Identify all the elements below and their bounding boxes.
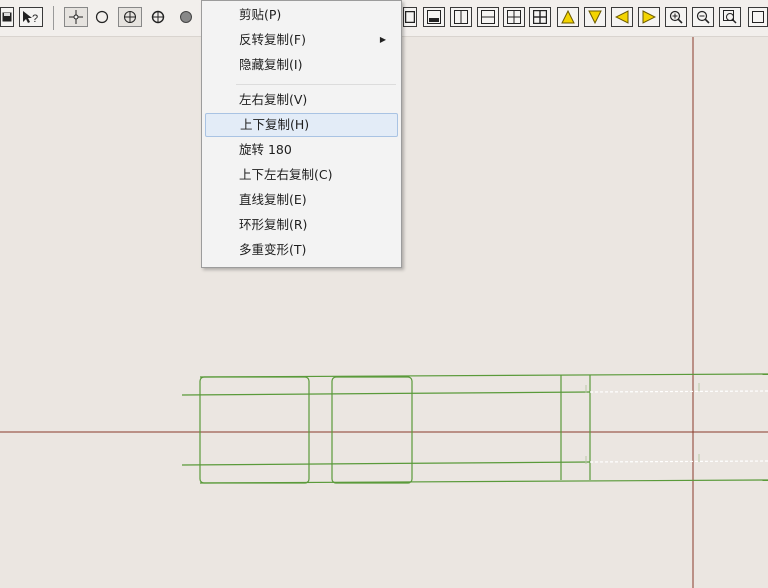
vsplit-icon[interactable]	[450, 7, 472, 27]
menu-item-ring-copy[interactable]: 环形复制(R)	[205, 213, 398, 237]
menu-item-up-down-copy[interactable]: 上下复制(H)	[205, 113, 398, 137]
zoom-window-icon[interactable]	[719, 7, 741, 27]
menu-item-label: 左右复制(V)	[239, 92, 308, 107]
menu-separator	[236, 84, 396, 85]
tick-marks	[585, 383, 700, 464]
grid-icon[interactable]	[529, 7, 551, 27]
frame-bottom-icon[interactable]	[423, 7, 445, 27]
menu-item-label: 直线复制(E)	[239, 192, 307, 207]
pattern-shape	[181, 373, 768, 484]
circle-icon[interactable]	[92, 7, 112, 27]
svg-text:?: ?	[32, 13, 38, 24]
menu-item-reverse-copy[interactable]: 反转复制(F) ▶	[205, 28, 398, 52]
menu-item-label: 多重变形(T)	[239, 242, 307, 257]
target-icon[interactable]	[147, 7, 169, 27]
menu-item-label: 隐藏复制(I)	[239, 57, 303, 72]
menu-item-four-way-copy[interactable]: 上下左右复制(C)	[205, 163, 398, 187]
dashed-extension-lines	[589, 390, 768, 463]
menu-item-line-copy[interactable]: 直线复制(E)	[205, 188, 398, 212]
context-menu: 剪贴(P) 反转复制(F) ▶ 隐藏复制(I) 左右复制(V) 上下复制(H) …	[201, 0, 402, 268]
menu-item-label: 旋转 180	[239, 142, 292, 157]
menu-item-label: 上下左右复制(C)	[239, 167, 333, 182]
menu-item-label: 环形复制(R)	[239, 217, 308, 232]
menu-item-rotate-180[interactable]: 旋转 180	[205, 138, 398, 162]
zoom-out-icon[interactable]	[692, 7, 714, 27]
triangle-down-icon[interactable]	[584, 7, 606, 27]
menu-item-label: 上下复制(H)	[240, 117, 310, 132]
filled-dot-icon[interactable]	[176, 7, 196, 27]
save-icon[interactable]	[0, 7, 14, 27]
menu-item-paste[interactable]: 剪贴(P)	[205, 3, 398, 27]
help-pointer-icon[interactable]: ?	[19, 7, 43, 27]
square-icon[interactable]	[748, 7, 768, 27]
zoom-in-icon[interactable]	[665, 7, 687, 27]
menu-item-left-right-copy[interactable]: 左右复制(V)	[205, 88, 398, 112]
submenu-arrow-icon: ▶	[379, 35, 386, 44]
triangle-right-icon[interactable]	[638, 7, 660, 27]
circle-cross-icon[interactable]	[118, 7, 142, 27]
quad-icon[interactable]	[503, 7, 525, 27]
toolbar-separator	[53, 6, 54, 30]
menu-item-multi-transform[interactable]: 多重变形(T)	[205, 238, 398, 262]
menu-item-hidden-copy[interactable]: 隐藏复制(I)	[205, 53, 398, 77]
triangle-left-icon[interactable]	[611, 7, 633, 27]
hsplit-icon[interactable]	[477, 7, 499, 27]
menu-item-label: 反转复制(F)	[239, 32, 306, 47]
crosshair-point-icon[interactable]	[64, 7, 88, 27]
menu-item-label: 剪贴(P)	[239, 7, 282, 22]
frame-icon[interactable]	[403, 7, 417, 27]
triangle-up-icon[interactable]	[557, 7, 579, 27]
